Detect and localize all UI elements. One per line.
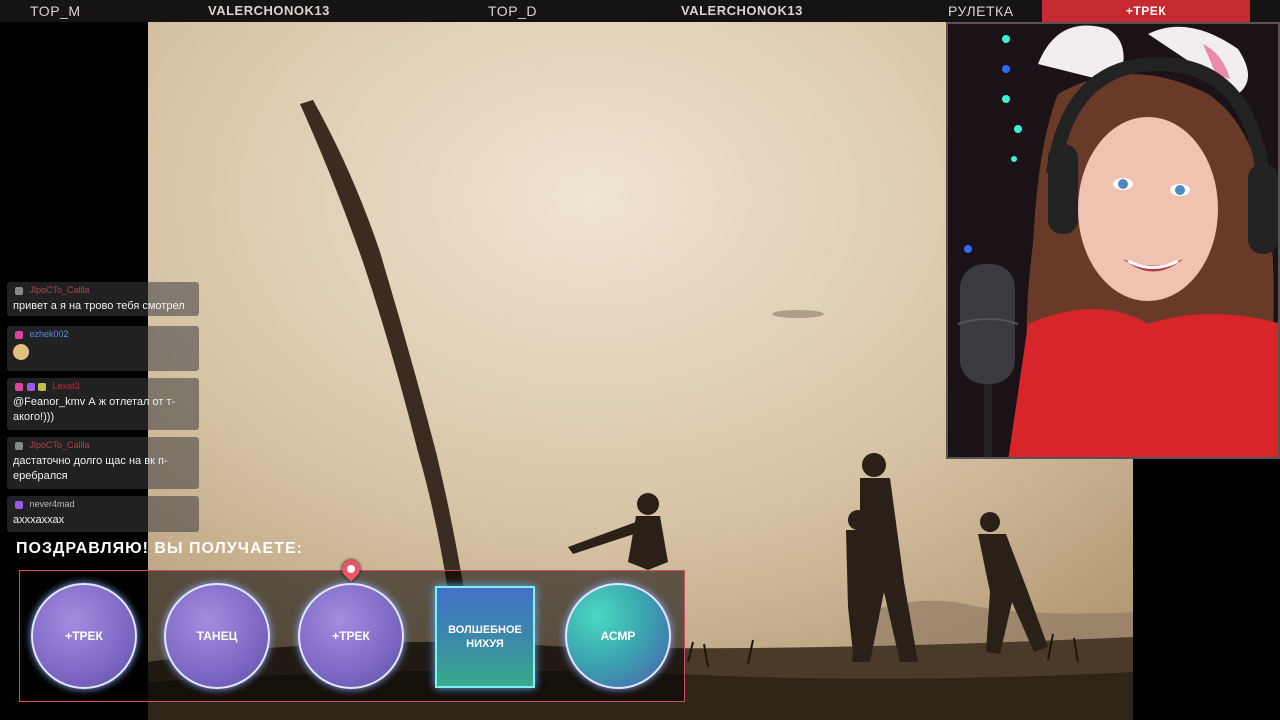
chat-message: JlpoCTo_Callla привет а я на трово тебя … bbox=[7, 282, 199, 316]
webcam-overlay bbox=[946, 22, 1280, 459]
reward-option-dance: ТАНЕЦ bbox=[164, 583, 270, 689]
chat-username: Lexat3 bbox=[52, 381, 80, 391]
chat-message-text: привет а я на трово тебя смотрел bbox=[13, 300, 185, 312]
top-bar: TOP_M VALERCHONOK13 TOP_D VALERCHONOK13 … bbox=[0, 0, 1280, 22]
sub-badge-icon bbox=[38, 382, 47, 391]
reward-option-track: +ТРЕК bbox=[31, 583, 137, 689]
chat-message: JlpoCTo_Callla дастаточно долго щас на в… bbox=[7, 437, 199, 489]
heart-badge-icon bbox=[15, 330, 23, 339]
top-label-top-d: TOP_D bbox=[488, 3, 537, 19]
reward-option-magic: ВОЛШЕБНОЕ НИХУЯ bbox=[435, 586, 535, 688]
streamer-webcam-illustration bbox=[948, 24, 1278, 457]
chat-message-text bbox=[13, 344, 195, 365]
top-value-top-m: VALERCHONOK13 bbox=[208, 3, 330, 18]
chat-username: ezhek002 bbox=[29, 329, 69, 339]
star-badge-icon bbox=[15, 500, 23, 509]
chat-message: ezhek002 bbox=[7, 326, 199, 371]
chat-message-text: @Feanor_kmv А ж отлетал от т-акого!))) bbox=[13, 396, 176, 423]
emote-icon bbox=[13, 344, 29, 360]
reward-roulette: +ТРЕК ТАНЕЦ +ТРЕК ВОЛШЕБНОЕ НИХУЯ АСМР bbox=[19, 570, 685, 702]
top-label-roulette: РУЛЕТКА bbox=[948, 3, 1014, 19]
badge-icon bbox=[15, 286, 23, 295]
chat-message: never4mad ахххаххах bbox=[7, 496, 199, 532]
chat-message: Lexat3 @Feanor_kmv А ж отлетал от т-аког… bbox=[7, 378, 199, 430]
reward-option-track-selected: +ТРЕК bbox=[298, 583, 404, 689]
top-roulette-value: +ТРЕК bbox=[1042, 0, 1250, 22]
chat-message-text: дастаточно долго щас на вк п-еребрался bbox=[13, 455, 168, 482]
reward-option-asmr: АСМР bbox=[565, 583, 671, 689]
chat-username: JlpoCTo_Callla bbox=[29, 285, 90, 295]
chat-username: never4mad bbox=[29, 499, 75, 509]
badge-icon bbox=[15, 441, 23, 450]
chat-username: JlpoCTo_Callla bbox=[29, 440, 90, 450]
heart-badge-icon bbox=[15, 382, 23, 391]
top-label-top-m: TOP_M bbox=[30, 3, 81, 19]
chat-message-text: ахххаххах bbox=[13, 514, 65, 526]
reward-title: ПОЗДРАВЛЯЮ! ВЫ ПОЛУЧАЕТЕ: bbox=[16, 540, 303, 557]
star-badge-icon bbox=[26, 382, 35, 391]
top-value-top-d: VALERCHONOK13 bbox=[681, 3, 803, 18]
